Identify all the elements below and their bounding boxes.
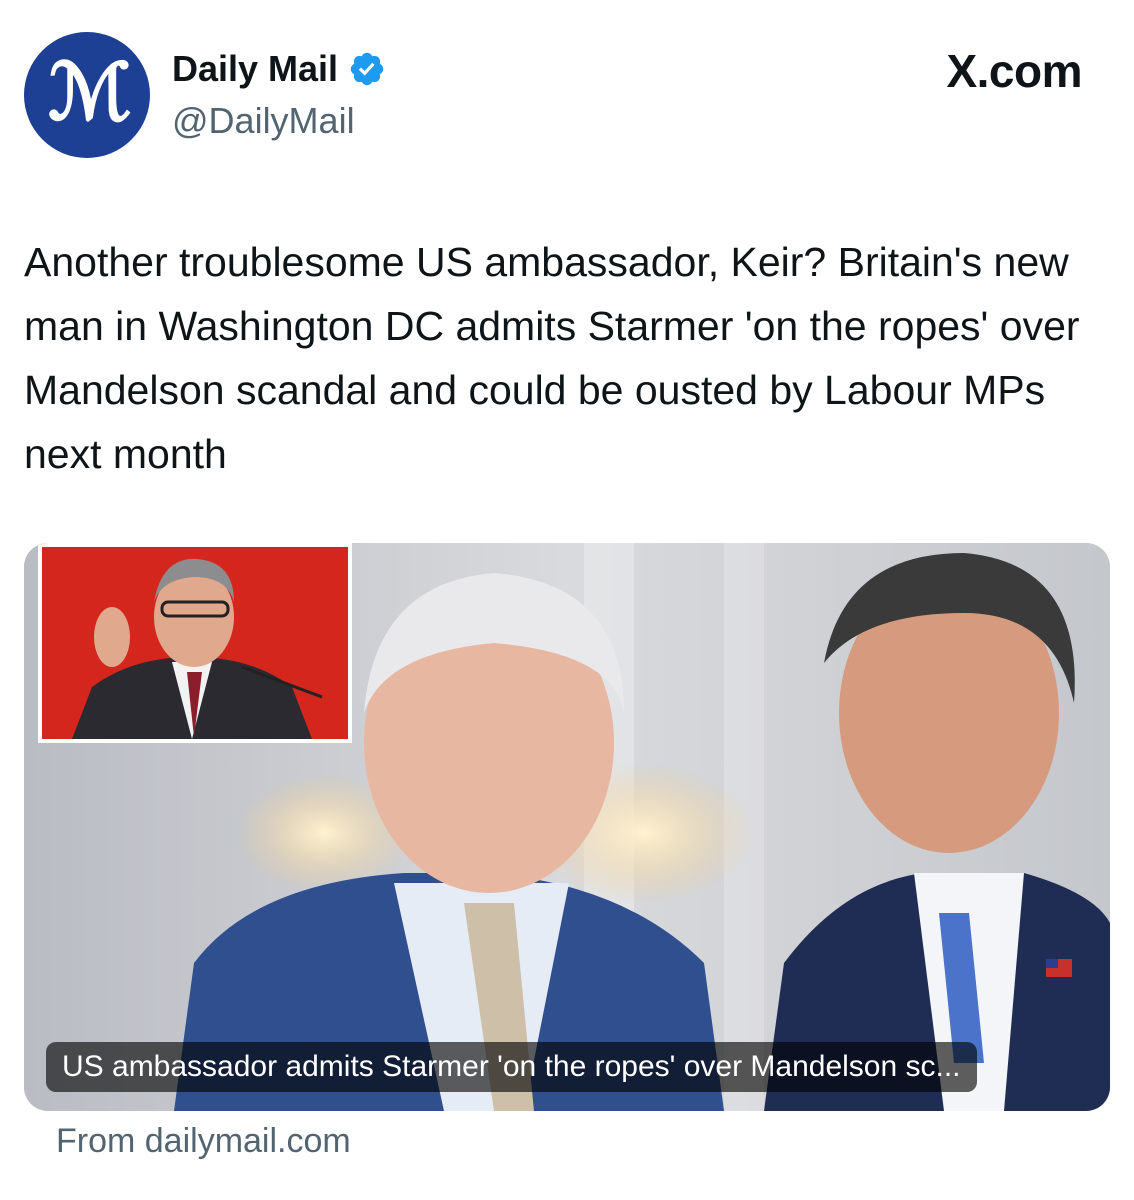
card-caption: US ambassador admits Starmer 'on the rop… bbox=[46, 1042, 977, 1092]
inset-speaker-image bbox=[42, 547, 348, 739]
author-identity: Daily Mail @DailyMail bbox=[172, 44, 386, 142]
display-name[interactable]: Daily Mail bbox=[172, 48, 338, 90]
post-text: Another troublesome US ambassador, Keir?… bbox=[24, 239, 1080, 477]
card-source-link[interactable]: From dailymail.com bbox=[56, 1122, 351, 1161]
verified-badge-icon bbox=[350, 52, 384, 86]
inset-photo bbox=[38, 543, 352, 743]
handle[interactable]: @DailyMail bbox=[172, 100, 386, 142]
avatar[interactable]: ℳ bbox=[24, 32, 150, 158]
display-name-row: Daily Mail bbox=[172, 44, 386, 94]
daily-mail-logo-icon: ℳ bbox=[48, 47, 131, 138]
x-com-watermark: X.com bbox=[946, 45, 1082, 97]
post-screenshot: ℳ Daily Mail @DailyMail X.com Another tr… bbox=[0, 0, 1134, 1200]
link-card[interactable]: US ambassador admits Starmer 'on the rop… bbox=[24, 543, 1110, 1111]
